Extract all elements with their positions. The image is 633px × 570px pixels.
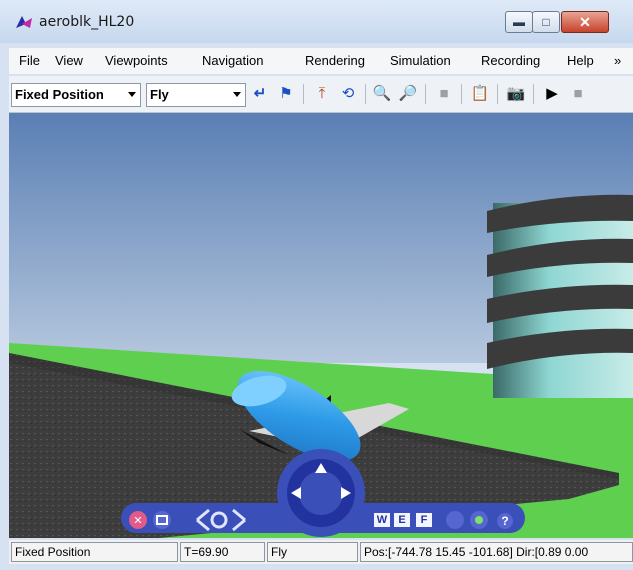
navpanel-button-f[interactable]: F: [416, 513, 432, 527]
navigation-select-value: Fly: [150, 87, 169, 102]
stop-icon[interactable]: ■: [567, 84, 589, 104]
zoom-in-icon[interactable]: 🔍: [371, 84, 393, 104]
return-viewpoint-icon[interactable]: ↵: [249, 84, 271, 104]
chevron-down-icon: [128, 92, 136, 97]
toolbar-separator: [497, 84, 498, 104]
title-bar: aeroblk_HL20 ▬ □ ✕: [0, 0, 633, 43]
stop-recording-icon[interactable]: ■: [433, 84, 455, 104]
toolbar-separator: [303, 84, 304, 104]
menu-overflow-icon[interactable]: »: [614, 53, 621, 68]
camera-icon[interactable]: 📷: [505, 84, 527, 104]
straighten-up-icon[interactable]: ⤒: [311, 84, 333, 104]
menu-help[interactable]: Help: [567, 53, 594, 68]
clipboard-icon[interactable]: 📋: [469, 84, 491, 104]
status-position: Pos:[-744.78 15.45 -101.68] Dir:[0.89 0.…: [360, 542, 633, 562]
navpanel-help-button[interactable]: ?: [497, 513, 513, 529]
menu-file[interactable]: File: [19, 53, 40, 68]
scene-canvas: ✕: [9, 113, 633, 538]
viewpoint-select[interactable]: Fixed Position: [11, 83, 141, 107]
viewpoint-select-value: Fixed Position: [15, 87, 104, 102]
chevron-down-icon: [233, 92, 241, 97]
undo-move-icon[interactable]: ⟲: [337, 84, 359, 104]
status-viewpoint: Fixed Position: [11, 542, 178, 562]
status-time: T=69.90: [180, 542, 265, 562]
navigation-select[interactable]: Fly: [146, 83, 246, 107]
zoom-out-icon[interactable]: 🔎: [397, 84, 419, 104]
flag-icon[interactable]: ⚑: [275, 84, 297, 104]
toolbar-separator: [533, 84, 534, 104]
status-bar: Fixed Position T=69.90 Fly Pos:[-744.78 …: [9, 540, 633, 564]
menu-view[interactable]: View: [55, 53, 83, 68]
maximize-icon: □: [542, 15, 550, 29]
play-icon[interactable]: ▶: [541, 84, 563, 104]
menu-navigation[interactable]: Navigation: [202, 53, 263, 68]
close-icon: ✕: [579, 14, 591, 30]
toolbar-separator: [365, 84, 366, 104]
navpanel-close-button[interactable]: [129, 511, 147, 529]
minimize-icon: ▬: [513, 15, 525, 29]
app-icon: [16, 16, 32, 28]
toolbar-separator: [425, 84, 426, 104]
menu-simulation[interactable]: Simulation: [390, 53, 451, 68]
navpanel-button-w[interactable]: W: [374, 513, 390, 527]
menu-recording[interactable]: Recording: [481, 53, 540, 68]
app-window: aeroblk_HL20 ▬ □ ✕ File View Viewpoints …: [0, 0, 633, 570]
control-tower: [487, 194, 633, 398]
menu-viewpoints[interactable]: Viewpoints: [105, 53, 168, 68]
close-button[interactable]: ✕: [561, 11, 609, 33]
menu-rendering[interactable]: Rendering: [305, 53, 365, 68]
window-title: aeroblk_HL20: [39, 14, 135, 30]
toolbar: Fixed Position Fly ↵ ⚑ ⤒ ⟲ 🔍 🔎 ■ 📋 📷 ▶ ■: [9, 76, 633, 113]
menu-bar: File View Viewpoints Navigation Renderin…: [9, 48, 633, 74]
maximize-button[interactable]: □: [532, 11, 560, 33]
minimize-button[interactable]: ▬: [505, 11, 533, 33]
navpanel-button-e[interactable]: E: [394, 513, 410, 527]
status-navigation-mode: Fly: [267, 542, 358, 562]
toolbar-separator: [461, 84, 462, 104]
3d-viewport[interactable]: ✕ W E F ?: [9, 113, 633, 538]
